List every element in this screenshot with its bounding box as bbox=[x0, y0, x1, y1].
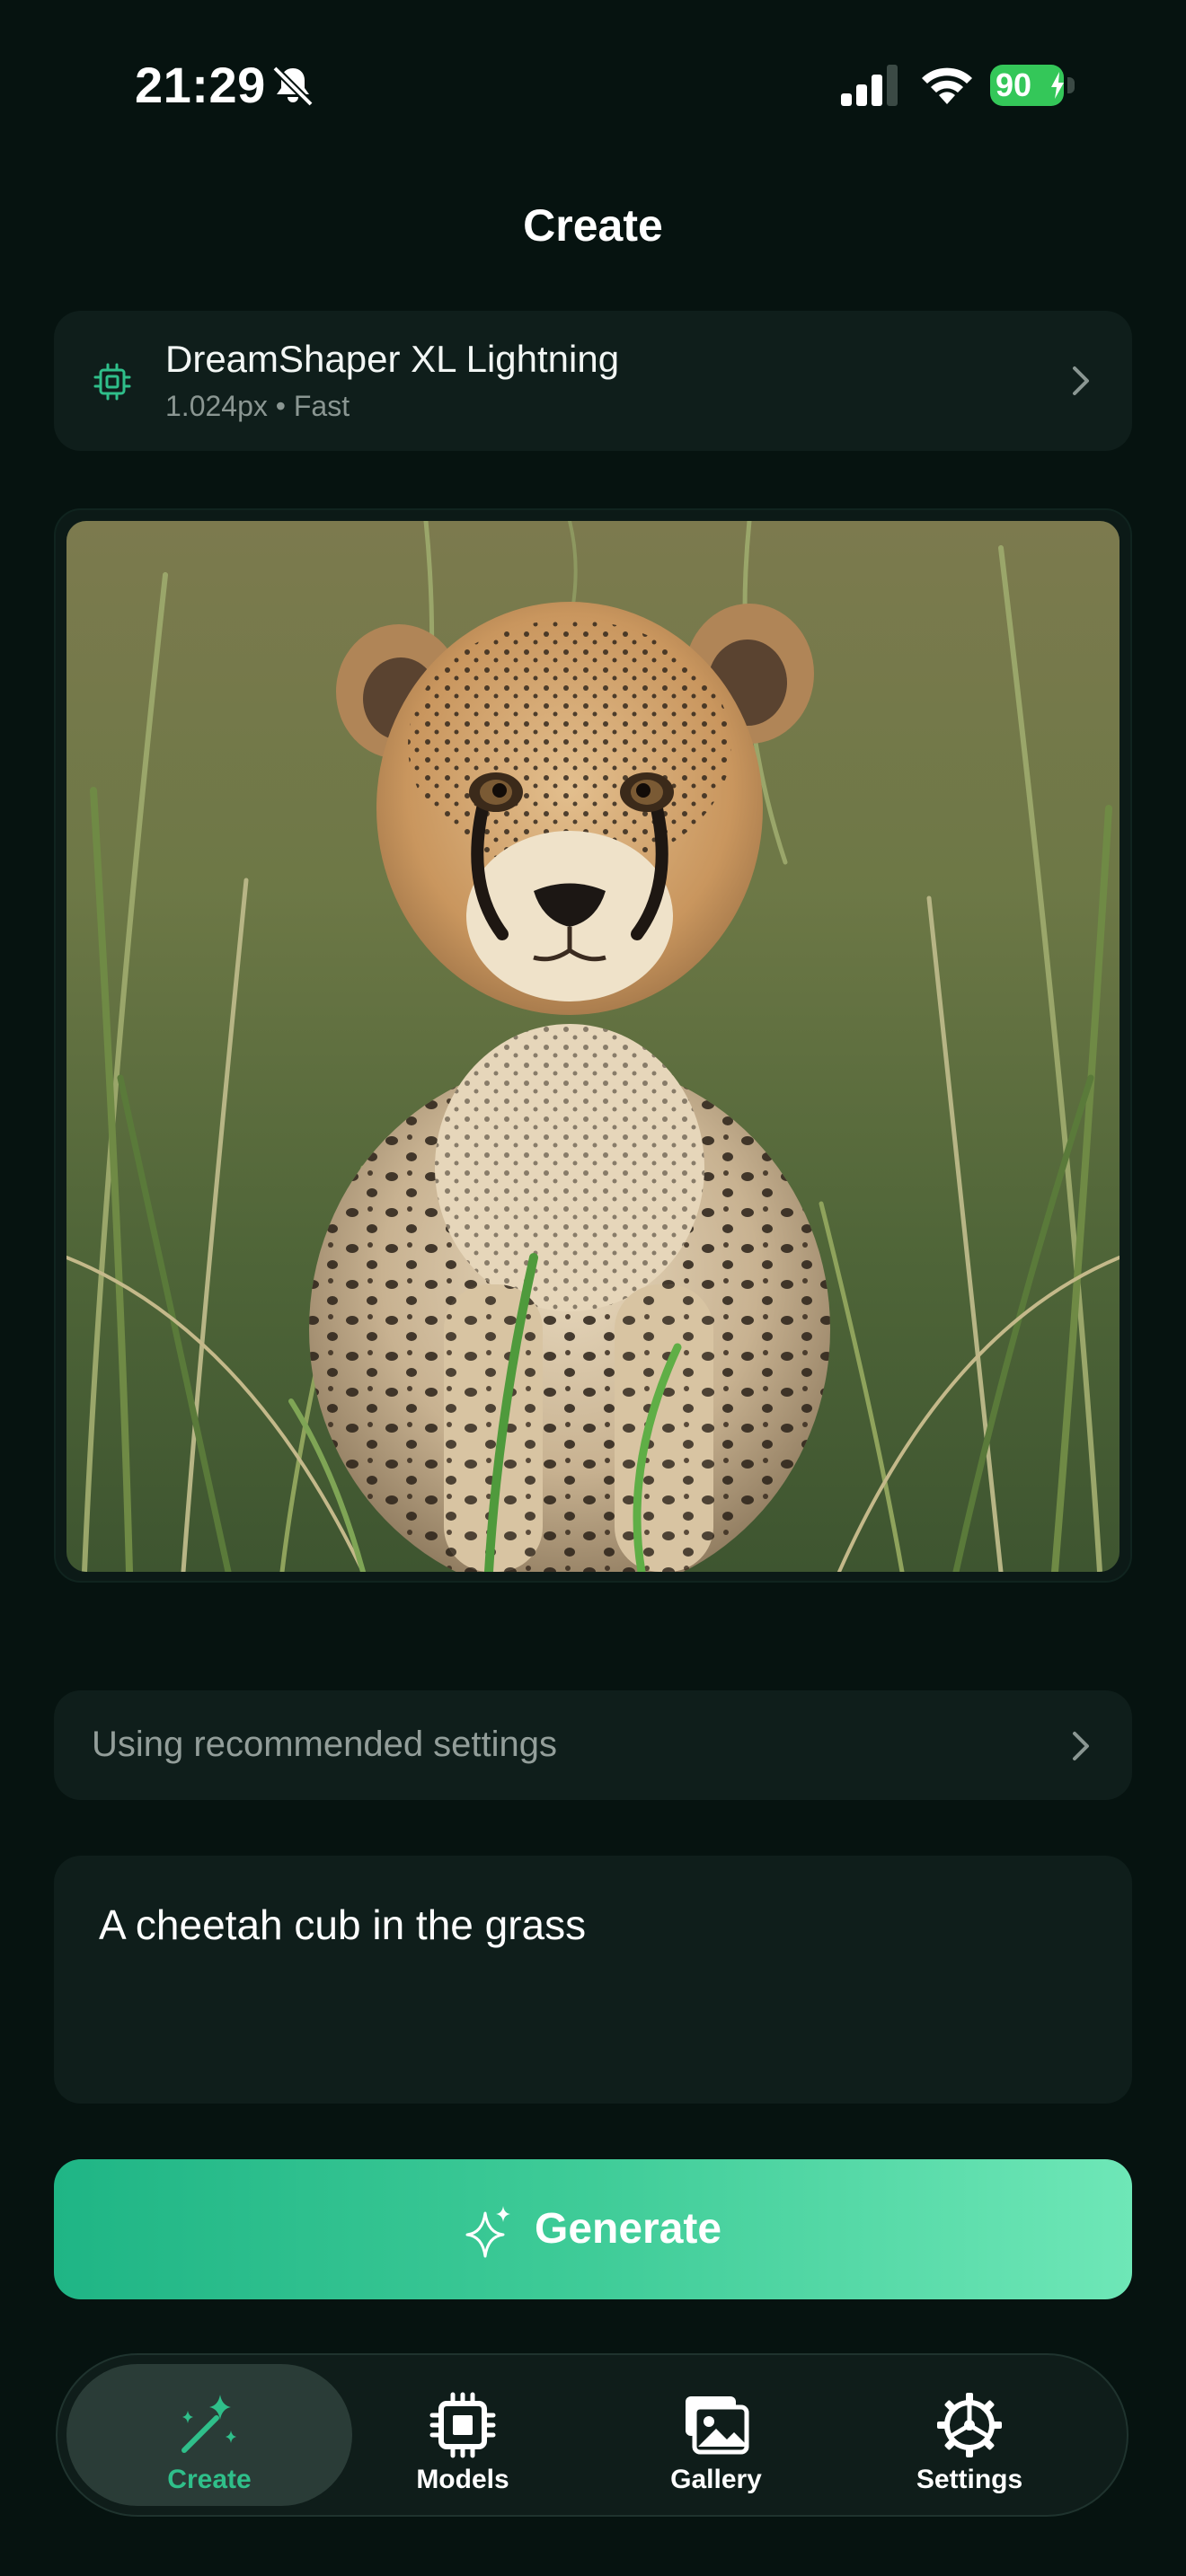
wifi-icon bbox=[922, 67, 972, 104]
sparkle-icon bbox=[465, 2206, 510, 2258]
chevron-right-icon bbox=[1073, 1732, 1089, 1760]
tab-label: Create bbox=[167, 2465, 252, 2494]
battery-indicator: 90 bbox=[990, 65, 1076, 106]
generate-button[interactable]: Generate bbox=[54, 2159, 1132, 2299]
tab-create[interactable]: Create bbox=[66, 2364, 352, 2506]
tab-gallery[interactable]: Gallery bbox=[573, 2364, 859, 2506]
model-meta: 1.024px • Fast bbox=[165, 390, 350, 422]
cellular-signal-icon bbox=[841, 65, 898, 106]
prompt-input[interactable]: A cheetah cub in the grass bbox=[54, 1856, 1132, 2104]
prompt-text: A cheetah cub in the grass bbox=[99, 1901, 587, 1948]
settings-label: Using recommended settings bbox=[92, 1725, 558, 1764]
gallery-icon bbox=[686, 2396, 749, 2455]
chevron-right-icon bbox=[1073, 366, 1089, 395]
model-selector-card[interactable]: DreamShaper XL Lightning 1.024px • Fast bbox=[54, 311, 1132, 451]
status-time: 21:29 bbox=[135, 57, 266, 113]
tab-bar: Create Models Gallery Settings bbox=[56, 2353, 1128, 2517]
generated-image[interactable] bbox=[66, 521, 1120, 1572]
page-title: Create bbox=[523, 200, 663, 251]
charging-bolt-icon bbox=[1051, 72, 1064, 99]
tab-label: Models bbox=[416, 2465, 509, 2494]
battery-cap bbox=[1067, 77, 1075, 93]
magic-wand-icon bbox=[181, 2395, 236, 2453]
settings-row[interactable]: Using recommended settings bbox=[54, 1690, 1132, 1800]
silent-bell-icon bbox=[272, 66, 314, 107]
generated-image-frame bbox=[54, 508, 1132, 1583]
chip-icon bbox=[93, 363, 131, 401]
gear-icon bbox=[937, 2393, 1002, 2457]
tab-settings[interactable]: Settings bbox=[827, 2364, 1112, 2506]
model-name: DreamShaper XL Lightning bbox=[165, 338, 620, 380]
tab-models[interactable]: Models bbox=[320, 2364, 606, 2506]
generate-label: Generate bbox=[535, 2205, 722, 2253]
tab-label: Settings bbox=[916, 2465, 1023, 2494]
tab-label: Gallery bbox=[670, 2465, 762, 2494]
chip-icon bbox=[429, 2392, 496, 2458]
